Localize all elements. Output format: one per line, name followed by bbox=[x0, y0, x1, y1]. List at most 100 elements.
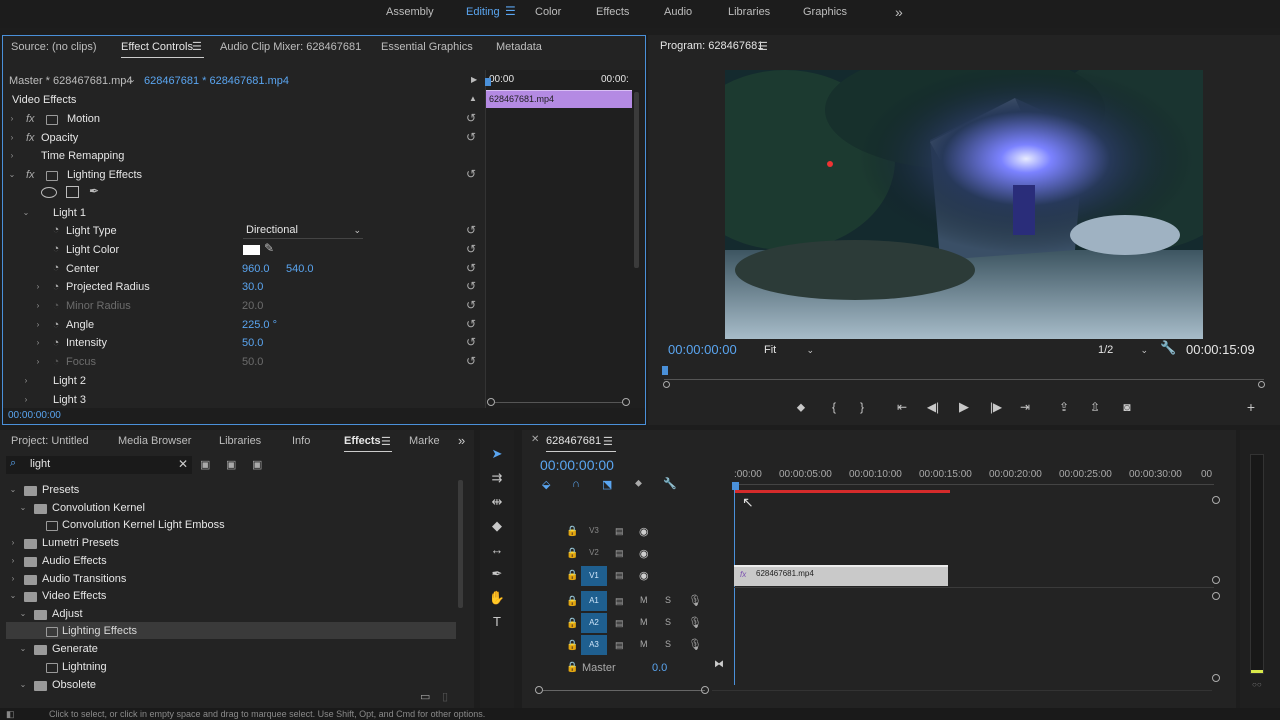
tab-effects[interactable]: Effects bbox=[344, 430, 381, 452]
reset-intensity-icon[interactable]: ↺ bbox=[464, 335, 478, 349]
workspace-assembly[interactable]: Assembly bbox=[386, 0, 434, 28]
selection-tool-icon[interactable]: ➤ bbox=[486, 444, 508, 464]
mute-button[interactable]: M bbox=[640, 617, 648, 627]
program-scrub-track[interactable] bbox=[664, 379, 1264, 380]
tab-project[interactable]: Project: Untitled bbox=[11, 430, 89, 452]
wrench-icon[interactable]: 🔧 bbox=[663, 477, 677, 490]
mini-clip-bar[interactable]: 628467681.mp4 bbox=[486, 90, 632, 108]
tree-item-audio-effects[interactable]: Audio Effects bbox=[42, 552, 107, 570]
tab-effect-controls[interactable]: Effect Controls bbox=[121, 36, 193, 58]
center-y-value[interactable]: 540.0 bbox=[286, 260, 314, 278]
ellipse-mask-icon[interactable] bbox=[41, 187, 57, 198]
tab-source[interactable]: Source: (no clips) bbox=[11, 36, 97, 58]
clip-link[interactable]: 628467681 * 628467681.mp4 bbox=[144, 72, 289, 90]
light-color-swatch[interactable] bbox=[243, 245, 260, 255]
wrench-settings-icon[interactable]: 🔧 bbox=[1160, 340, 1176, 356]
eye-icon[interactable]: ◉ bbox=[639, 569, 649, 582]
lock-icon[interactable]: 🔒 bbox=[566, 548, 578, 559]
32bit-effects-icon[interactable]: ▣ bbox=[226, 458, 236, 471]
master-clip-label[interactable]: Master * 628467681.mp4 bbox=[9, 72, 133, 90]
workspace-libraries[interactable]: Libraries bbox=[728, 0, 770, 28]
workspace-graphics[interactable]: Graphics bbox=[803, 0, 847, 28]
lock-icon[interactable]: 🔒 bbox=[566, 596, 578, 607]
eye-icon[interactable]: ◉ bbox=[639, 547, 649, 560]
solo-button[interactable]: S bbox=[665, 639, 671, 649]
track-v1-target[interactable]: V1 bbox=[581, 566, 607, 586]
workspace-audio[interactable]: Audio bbox=[664, 0, 692, 28]
stopwatch-icon[interactable]: ◔ bbox=[50, 337, 62, 349]
zoom-handle-left[interactable] bbox=[487, 398, 495, 406]
pen-tool-icon[interactable]: ✒ bbox=[486, 564, 508, 584]
hand-tool-icon[interactable]: ✋ bbox=[486, 588, 508, 608]
snap-magnet-icon[interactable]: ∩ bbox=[572, 478, 580, 490]
expand-icon[interactable]: › bbox=[8, 534, 18, 552]
reset-focus-icon[interactable]: ↺ bbox=[464, 354, 478, 368]
go-to-in-icon[interactable]: ⇤ bbox=[892, 398, 912, 416]
lock-icon[interactable]: 🔒 bbox=[566, 662, 578, 673]
light2-label[interactable]: Light 2 bbox=[53, 372, 86, 390]
tree-item-obsolete[interactable]: Obsolete bbox=[52, 676, 96, 694]
panel-menu-icon[interactable]: ☰ bbox=[381, 435, 391, 448]
go-to-end-icon[interactable]: ⧓ bbox=[714, 659, 724, 670]
light1-label[interactable]: Light 1 bbox=[53, 204, 86, 222]
nest-icon[interactable]: ⬙ bbox=[542, 478, 550, 491]
transform-icon[interactable] bbox=[46, 114, 58, 126]
mute-button[interactable]: M bbox=[640, 639, 648, 649]
add-marker-icon[interactable]: ⬥ bbox=[791, 398, 811, 416]
collapse-icon[interactable]: ⌄ bbox=[18, 499, 28, 517]
program-title[interactable]: Program: 628467681 bbox=[660, 35, 763, 57]
eye-icon[interactable]: ◉ bbox=[639, 525, 649, 538]
tab-sequence[interactable]: 628467681 bbox=[546, 430, 601, 452]
lock-icon[interactable]: 🔒 bbox=[566, 570, 578, 581]
more-workspaces-icon[interactable]: » bbox=[895, 0, 903, 28]
tree-item-audio-transitions[interactable]: Audio Transitions bbox=[42, 570, 126, 588]
effect-controls-timecode[interactable]: 00:00:00:00 bbox=[8, 407, 61, 425]
go-to-out-icon[interactable]: ⇥ bbox=[1015, 398, 1035, 416]
close-sequence-icon[interactable]: ✕ bbox=[531, 434, 539, 445]
program-playhead-timecode[interactable]: 00:00:00:00 bbox=[668, 340, 737, 360]
slip-tool-icon[interactable]: ↔ bbox=[486, 540, 508, 560]
ripple-edit-tool-icon[interactable]: ⇹ bbox=[486, 492, 508, 512]
collapse-icon[interactable]: ⌄ bbox=[8, 587, 18, 605]
clear-search-icon[interactable]: ✕ bbox=[178, 457, 188, 471]
sync-lock-icon[interactable]: ▤ bbox=[615, 548, 624, 559]
tab-audio-clip-mixer[interactable]: Audio Clip Mixer: 628467681 bbox=[220, 36, 361, 58]
expand-icon[interactable]: › bbox=[8, 570, 18, 588]
collapse-icon[interactable]: ⌄ bbox=[18, 676, 28, 694]
reset-lighting-icon[interactable]: ↺ bbox=[464, 167, 478, 181]
mini-playhead[interactable] bbox=[485, 78, 491, 86]
workspace-color[interactable]: Color bbox=[535, 0, 561, 28]
tab-libraries[interactable]: Libraries bbox=[219, 430, 261, 452]
expand-param-icon[interactable]: › bbox=[33, 297, 43, 315]
reset-motion-icon[interactable]: ↺ bbox=[464, 111, 478, 125]
expand-param-icon[interactable]: › bbox=[33, 353, 43, 371]
extract-icon[interactable]: ⇫ bbox=[1085, 398, 1105, 416]
program-playhead[interactable] bbox=[662, 366, 668, 375]
tab-metadata[interactable]: Metadata bbox=[496, 36, 542, 58]
track-select-tool-icon[interactable]: ⇉ bbox=[486, 468, 508, 488]
azoom-top[interactable] bbox=[1212, 592, 1220, 600]
hzoom-right[interactable] bbox=[701, 686, 709, 694]
more-tabs-icon[interactable]: » bbox=[458, 433, 465, 448]
expand-icon[interactable]: › bbox=[8, 552, 18, 570]
reset-angle-icon[interactable]: ↺ bbox=[464, 317, 478, 331]
effects-search-box[interactable]: ⌕ light ✕ bbox=[6, 456, 192, 474]
mark-in-icon[interactable]: { bbox=[824, 398, 844, 416]
vzoom-mid[interactable] bbox=[1212, 576, 1220, 584]
expand-light2-icon[interactable]: › bbox=[21, 372, 31, 390]
timeline-clip-v1[interactable]: fx 628467681.mp4 bbox=[734, 565, 948, 586]
collapse-lighting-icon[interactable]: ⌄ bbox=[7, 166, 17, 184]
linked-selection-icon[interactable]: ⬔ bbox=[602, 478, 612, 491]
effect-mini-timeline[interactable] bbox=[485, 70, 645, 410]
zoom-handle-right[interactable] bbox=[622, 398, 630, 406]
expand-motion-icon[interactable]: › bbox=[7, 110, 17, 128]
panel-menu-icon[interactable]: ☰ bbox=[192, 40, 202, 53]
reset-light-type-icon[interactable]: ↺ bbox=[464, 223, 478, 237]
stopwatch-icon[interactable]: ◔ bbox=[50, 224, 62, 236]
track-a1-target[interactable]: A1 bbox=[581, 591, 607, 611]
step-forward-icon[interactable]: |▶ bbox=[986, 398, 1006, 416]
search-input[interactable]: light bbox=[30, 458, 50, 470]
mark-out-icon[interactable]: } bbox=[852, 398, 872, 416]
track-v3-target[interactable]: V3 bbox=[581, 521, 607, 541]
intensity-value[interactable]: 50.0 bbox=[242, 334, 263, 352]
